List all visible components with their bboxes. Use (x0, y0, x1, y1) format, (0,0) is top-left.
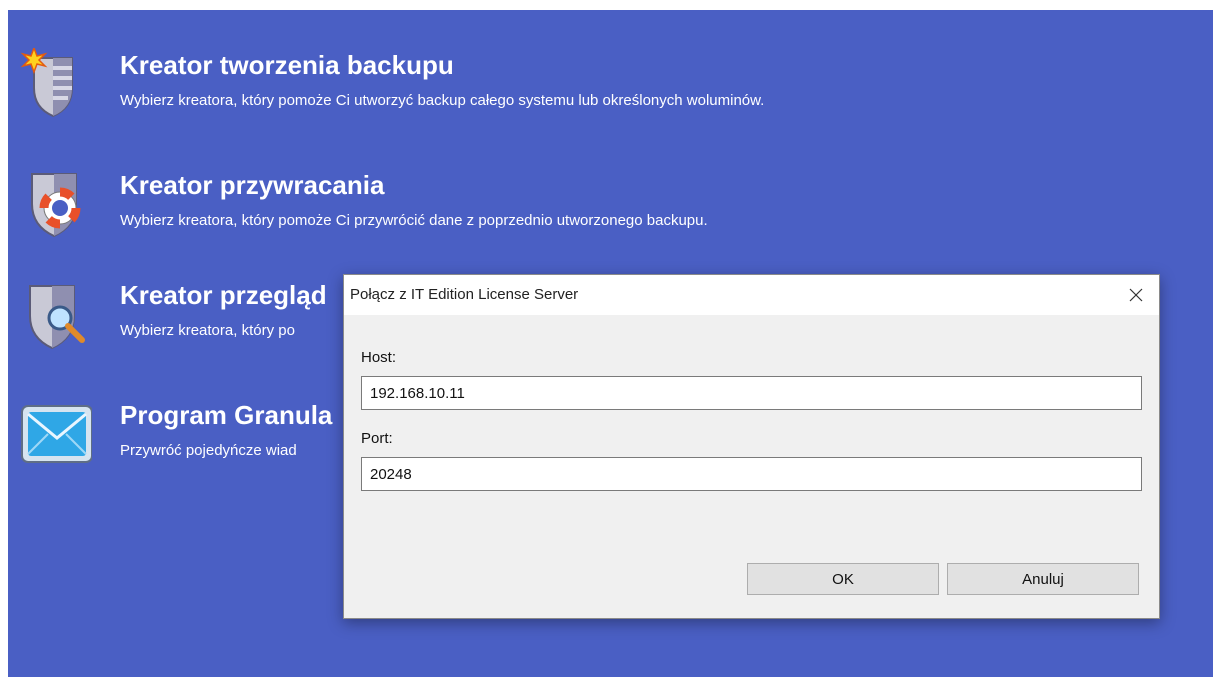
wizard-title: Kreator przegląd (120, 280, 327, 310)
close-button[interactable] (1113, 275, 1159, 315)
port-input[interactable] (361, 457, 1142, 491)
wizard-description: Wybierz kreatora, który pomoże Ci przywr… (120, 212, 708, 229)
port-label: Port: (361, 430, 393, 447)
envelope-icon (21, 405, 92, 463)
wizard-description: Wybierz kreatora, który pomoże Ci utworz… (120, 92, 765, 109)
shield-magnifier-icon (29, 285, 85, 350)
host-input[interactable] (361, 376, 1142, 410)
close-icon (1129, 288, 1143, 302)
cancel-button[interactable]: Anuluj (947, 563, 1139, 595)
ok-button[interactable]: OK (747, 563, 939, 595)
shield-lifebuoy-icon (31, 173, 81, 238)
dialog-titlebar[interactable]: Połącz z IT Edition License Server (344, 275, 1159, 315)
license-server-dialog: Połącz z IT Edition License Server Host:… (343, 274, 1160, 619)
wizard-description: Wybierz kreatora, który po (120, 322, 295, 339)
dialog-title: Połącz z IT Edition License Server (350, 286, 579, 303)
wizard-restore[interactable]: Kreator przywracania Wybierz kreatora, k… (20, 168, 1200, 248)
shield-star-icon (20, 48, 73, 118)
host-label: Host: (361, 349, 397, 366)
wizard-title: Kreator tworzenia backupu (120, 50, 454, 80)
wizard-title: Program Granula (120, 400, 333, 430)
wizard-backup[interactable]: Kreator tworzenia backupu Wybierz kreato… (20, 48, 1200, 128)
wizard-description: Przywróć pojedyńcze wiad (120, 442, 297, 459)
wizard-title: Kreator przywracania (120, 170, 385, 200)
